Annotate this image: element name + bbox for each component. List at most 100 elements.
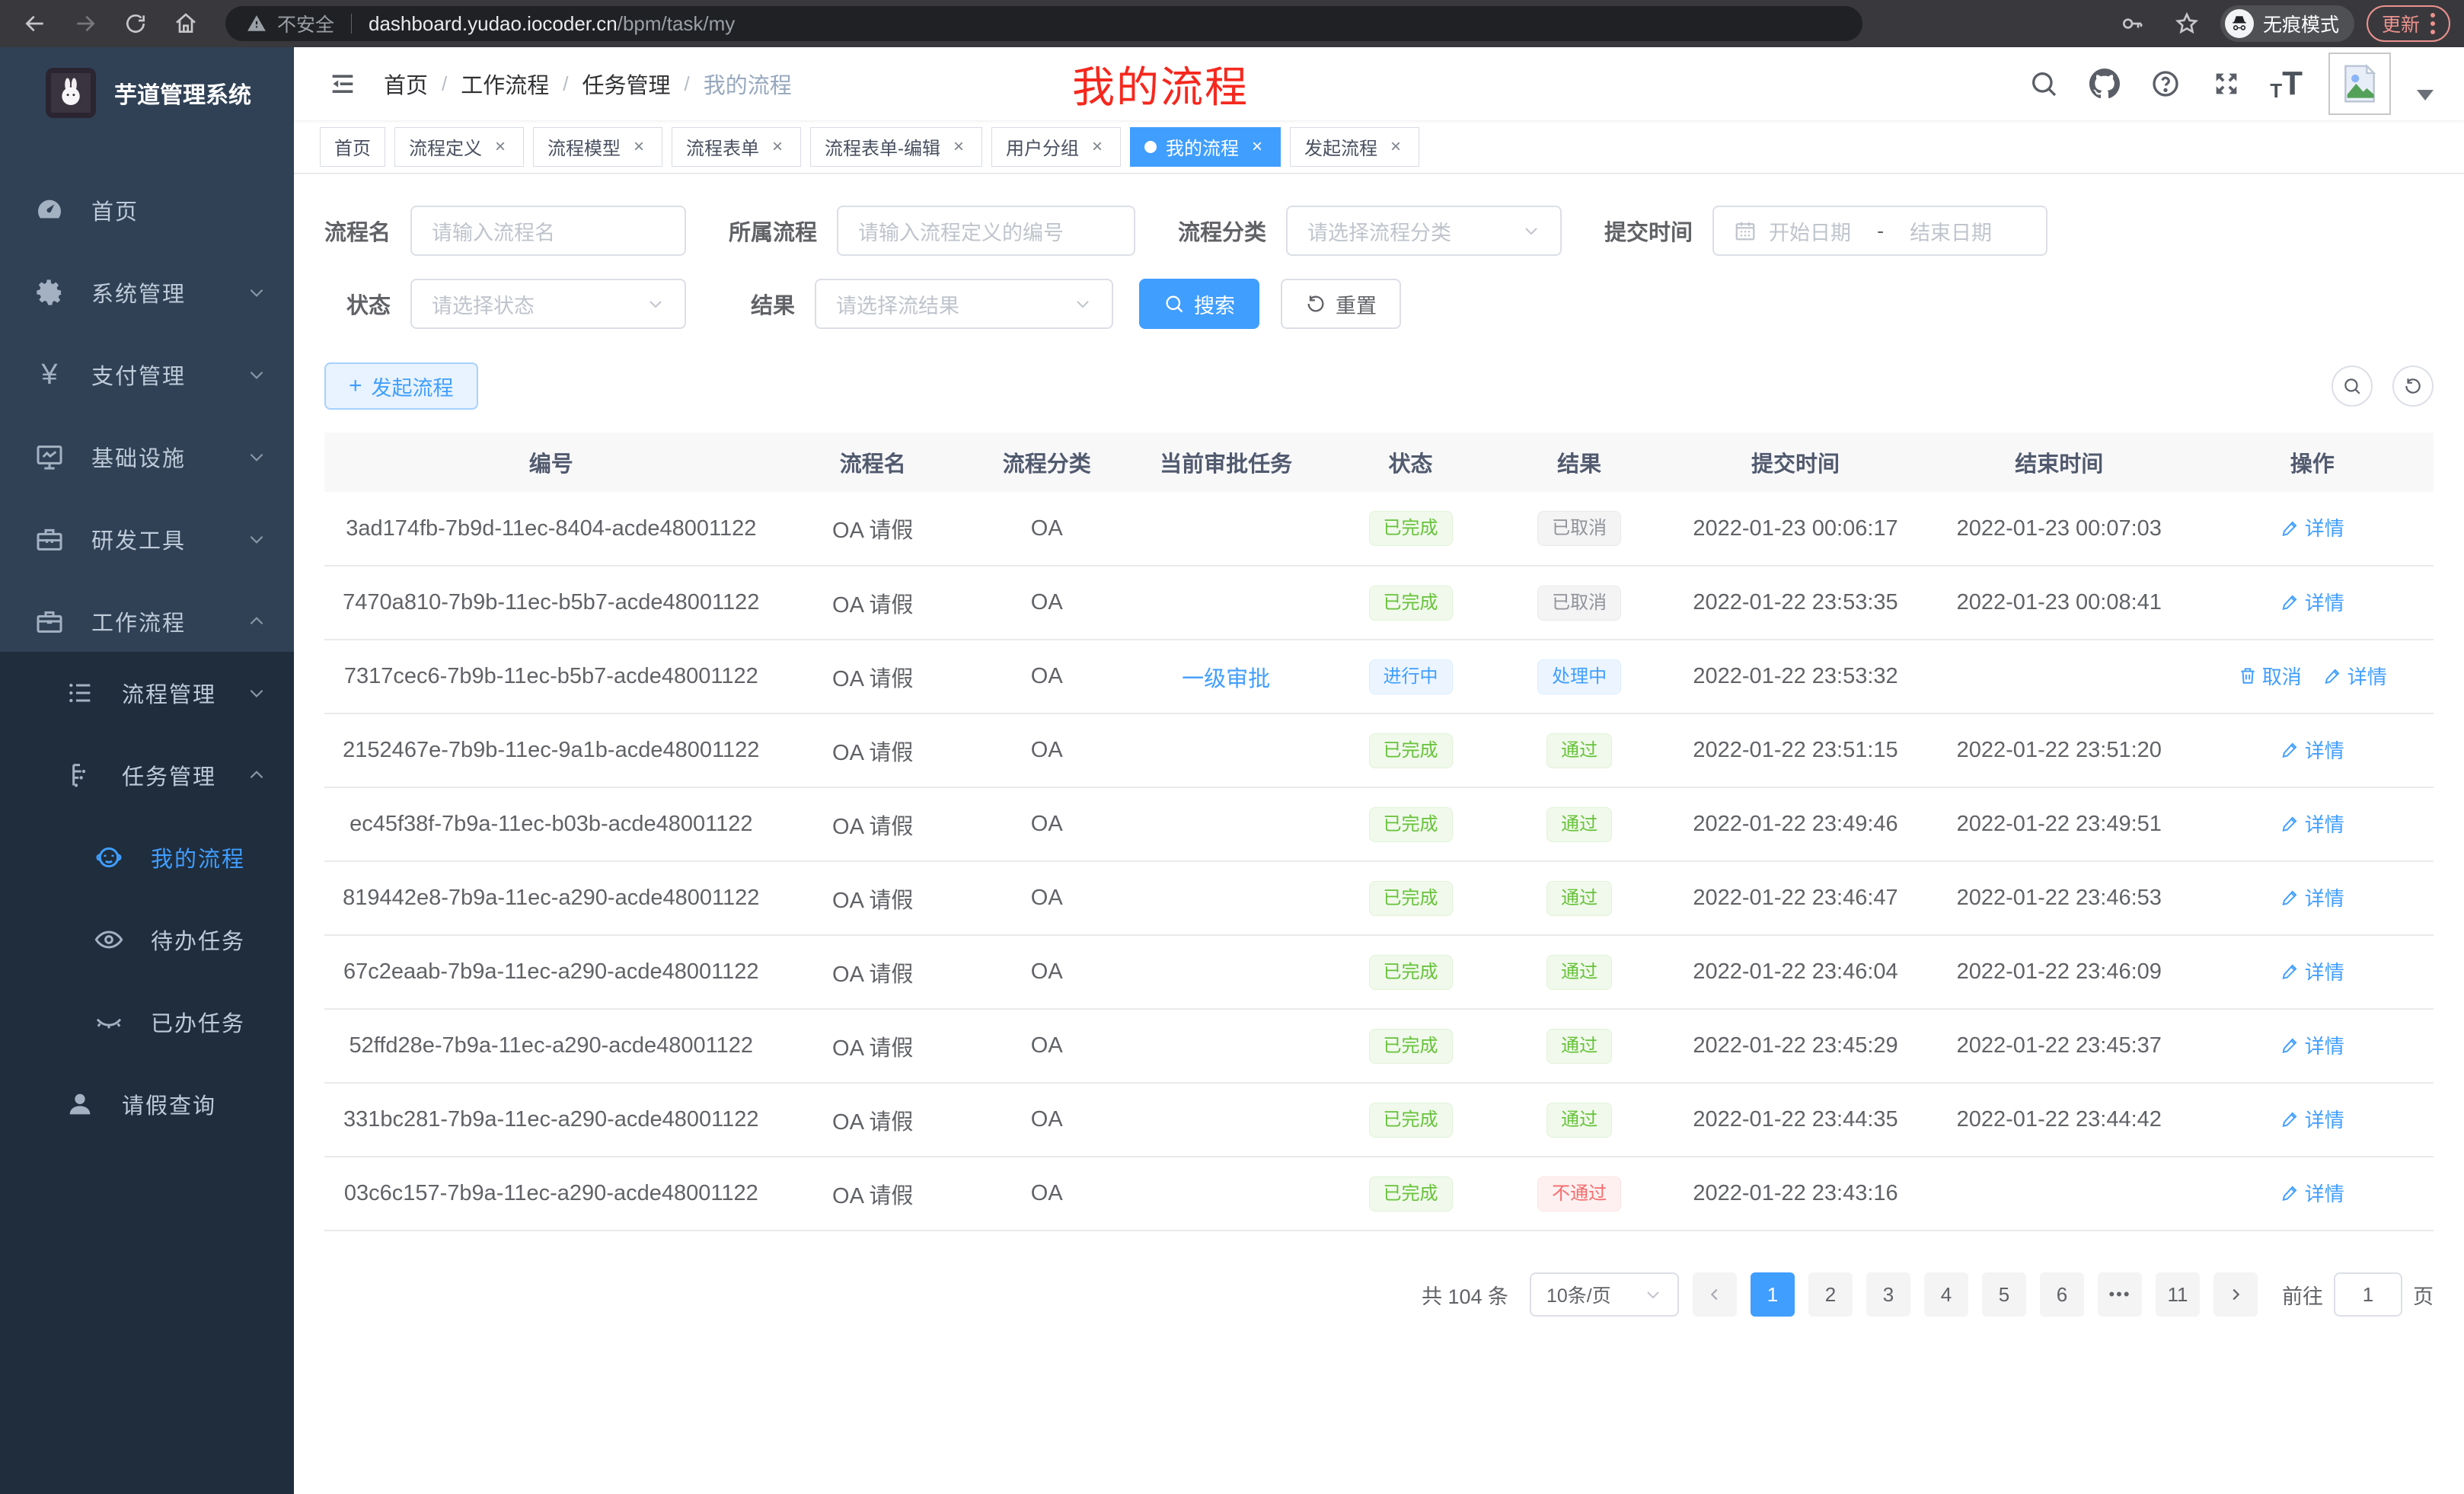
cancel-link[interactable]: 取消: [2238, 662, 2302, 690]
font-size-icon[interactable]: TT: [2270, 67, 2303, 101]
tab-item-6[interactable]: 我的流程×: [1130, 127, 1281, 167]
page-button-6[interactable]: 6: [2040, 1272, 2084, 1317]
close-tab-icon[interactable]: ×: [491, 136, 509, 158]
table-row[interactable]: ec45f38f-7b9a-11ec-b03b-acde48001122 OA …: [324, 787, 2434, 861]
category-select[interactable]: 请选择流程分类: [1286, 206, 1562, 256]
table-row[interactable]: 331bc281-7b9a-11ec-a290-acde48001122 OA …: [324, 1083, 2434, 1157]
page-button-1[interactable]: 1: [1751, 1272, 1795, 1317]
browser-reload-icon[interactable]: [114, 5, 157, 42]
create-process-button[interactable]: + 发起流程: [324, 362, 478, 410]
browser-home-icon[interactable]: [164, 5, 207, 42]
browser-update-button[interactable]: 更新: [2367, 5, 2450, 42]
tab-item-5[interactable]: 用户分组×: [991, 127, 1121, 167]
sidebar-item-system[interactable]: 系统管理: [0, 251, 294, 334]
detail-link[interactable]: 详情: [2280, 736, 2344, 764]
close-tab-icon[interactable]: ×: [1248, 136, 1266, 158]
trash-icon: [2238, 666, 2258, 685]
page-button-4[interactable]: 4: [1924, 1272, 1968, 1317]
sidebar-item-leave-query[interactable]: 请假查询: [0, 1063, 294, 1145]
cell-current-task: [1126, 787, 1326, 861]
more-pages-icon[interactable]: •••: [2098, 1272, 2142, 1317]
page-button-2[interactable]: 2: [1808, 1272, 1853, 1317]
close-tab-icon[interactable]: ×: [630, 136, 648, 158]
detail-link[interactable]: 详情: [2280, 957, 2344, 985]
goto-page-input[interactable]: 1: [2334, 1272, 2402, 1317]
address-bar[interactable]: 不安全 dashboard.yudao.iocoder.cn/bpm/task/…: [225, 6, 1862, 41]
table-search-toggle-button[interactable]: [2332, 366, 2373, 407]
tab-item-2[interactable]: 流程模型×: [533, 127, 662, 167]
cell-name: OA 请假: [778, 640, 968, 713]
result-select[interactable]: 请选择流结果: [815, 279, 1113, 329]
detail-link[interactable]: 详情: [2323, 662, 2387, 690]
browser-menu-icon[interactable]: [2430, 13, 2435, 34]
detail-link[interactable]: 详情: [2280, 1179, 2344, 1207]
table-refresh-button[interactable]: [2392, 366, 2434, 407]
prev-page-button[interactable]: [1693, 1272, 1737, 1317]
avatar-caret-icon[interactable]: [2417, 90, 2434, 101]
submit-time-range-input[interactable]: 开始日期 - 结束日期: [1712, 206, 2047, 256]
close-tab-icon[interactable]: ×: [1088, 136, 1106, 158]
sidebar-item-my-process[interactable]: 我的流程: [0, 816, 294, 899]
browser-forward-icon[interactable]: [64, 5, 107, 42]
sidebar-item-workflow[interactable]: 工作流程: [0, 580, 294, 662]
tab-item-4[interactable]: 流程表单-编辑×: [810, 127, 982, 167]
reset-button[interactable]: 重置: [1281, 279, 1401, 329]
table-row[interactable]: 03c6c157-7b9a-11ec-a290-acde48001122 OA …: [324, 1157, 2434, 1231]
table-row[interactable]: 7470a810-7b9b-11ec-b5b7-acde48001122 OA …: [324, 566, 2434, 640]
app-logo-row[interactable]: 芋道管理系统: [0, 47, 294, 139]
cell-id: 3ad174fb-7b9d-11ec-8404-acde48001122: [324, 492, 778, 566]
sidebar-item-payment[interactable]: ¥ 支付管理: [0, 334, 294, 416]
github-icon[interactable]: [2087, 66, 2122, 101]
next-page-button[interactable]: [2213, 1272, 2258, 1317]
yen-icon: ¥: [34, 359, 65, 391]
sidebar-item-home[interactable]: 首页: [0, 169, 294, 251]
current-task-link[interactable]: 一级审批: [1182, 667, 1270, 691]
avatar[interactable]: [2328, 53, 2391, 115]
page-button-3[interactable]: 3: [1866, 1272, 1910, 1317]
sidebar-item-infra[interactable]: 基础设施: [0, 416, 294, 498]
table-row[interactable]: 67c2eaab-7b9a-11ec-a290-acde48001122 OA …: [324, 935, 2434, 1009]
close-tab-icon[interactable]: ×: [1387, 136, 1405, 158]
page-button-11[interactable]: 11: [2156, 1272, 2200, 1317]
page-size-select[interactable]: 10条/页: [1530, 1272, 1679, 1317]
sidebar-item-task-mgmt[interactable]: 任务管理: [0, 734, 294, 816]
search-button[interactable]: 搜索: [1139, 279, 1259, 329]
bookmark-star-icon[interactable]: [2166, 5, 2208, 42]
close-tab-icon[interactable]: ×: [950, 136, 968, 158]
help-icon[interactable]: [2148, 66, 2183, 101]
search-icon[interactable]: [2026, 66, 2061, 101]
breadcrumb-home[interactable]: 首页: [384, 68, 428, 100]
close-tab-icon[interactable]: ×: [768, 136, 787, 158]
table-row[interactable]: 7317cec6-7b9b-11ec-b5b7-acde48001122 OA …: [324, 640, 2434, 713]
detail-link[interactable]: 详情: [2280, 588, 2344, 616]
tab-item-1[interactable]: 流程定义×: [394, 127, 524, 167]
status-select[interactable]: 请选择状态: [410, 279, 686, 329]
detail-link[interactable]: 详情: [2280, 883, 2344, 911]
table-row[interactable]: 3ad174fb-7b9d-11ec-8404-acde48001122 OA …: [324, 492, 2434, 566]
detail-link[interactable]: 详情: [2280, 809, 2344, 838]
detail-link[interactable]: 详情: [2280, 1031, 2344, 1059]
tab-item-3[interactable]: 流程表单×: [672, 127, 801, 167]
breadcrumb-task-mgmt[interactable]: 任务管理: [582, 68, 671, 100]
cell-end-time: [1927, 640, 2191, 713]
tab-item-7[interactable]: 发起流程×: [1290, 127, 1419, 167]
table-row[interactable]: 52ffd28e-7b9a-11ec-a290-acde48001122 OA …: [324, 1009, 2434, 1083]
process-name-input[interactable]: 请输入流程名: [410, 206, 686, 256]
parent-process-input[interactable]: 请输入流程定义的编号: [837, 206, 1135, 256]
fullscreen-icon[interactable]: [2209, 66, 2244, 101]
table-row[interactable]: 2152467e-7b9b-11ec-9a1b-acde48001122 OA …: [324, 713, 2434, 787]
sidebar-item-todo-tasks[interactable]: 待办任务: [0, 899, 294, 981]
sidebar-item-devtools[interactable]: 研发工具: [0, 498, 294, 580]
breadcrumb-workflow[interactable]: 工作流程: [461, 68, 549, 100]
security-warning[interactable]: 不安全: [277, 10, 334, 37]
sidebar-item-process-mgmt[interactable]: 流程管理: [0, 652, 294, 734]
sidebar-fold-icon[interactable]: [324, 65, 361, 102]
table-row[interactable]: 819442e8-7b9a-11ec-a290-acde48001122 OA …: [324, 861, 2434, 935]
detail-link[interactable]: 详情: [2280, 1105, 2344, 1133]
browser-back-icon[interactable]: [14, 5, 56, 42]
tab-home[interactable]: 首页: [320, 127, 385, 167]
detail-link[interactable]: 详情: [2280, 513, 2344, 541]
sidebar-item-done-tasks[interactable]: 已办任务: [0, 981, 294, 1063]
password-key-icon[interactable]: [2111, 5, 2153, 42]
page-button-5[interactable]: 5: [1982, 1272, 2026, 1317]
